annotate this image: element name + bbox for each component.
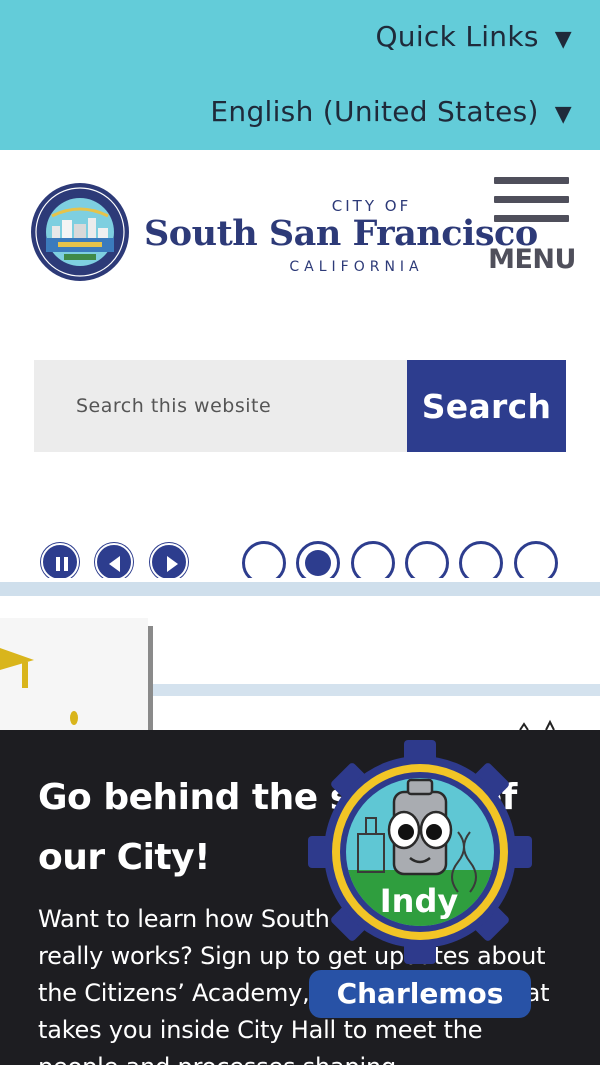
site-logo-link[interactable]: CITY OF South San Francisco CALIFORNIA	[30, 182, 540, 282]
triangle-down-icon: ▼	[554, 27, 572, 52]
logo-city-name: South San Francisco	[144, 213, 538, 254]
triangle-down-icon: ▼	[554, 102, 572, 127]
menu-label: MENU	[488, 244, 576, 275]
quick-links-label: Quick Links	[375, 20, 539, 53]
pause-button[interactable]	[41, 543, 79, 581]
next-slide-button[interactable]	[150, 543, 188, 581]
chatbot-name: Indy	[379, 882, 459, 920]
chatbot-launcher[interactable]: Indy Charlemos	[305, 740, 535, 1025]
language-selector[interactable]: English (United States) ▼	[210, 95, 572, 128]
quick-links-dropdown[interactable]: Quick Links ▼	[375, 20, 572, 53]
language-label: English (United States)	[210, 95, 539, 128]
logo-wordmark: CITY OF South San Francisco CALIFORNIA	[144, 187, 539, 277]
search-button[interactable]: Search	[407, 360, 566, 452]
menu-button[interactable]: MENU	[486, 172, 578, 282]
utility-bar: Quick Links ▼ English (United States) ▼	[0, 0, 600, 150]
chatbot-cta-button[interactable]: Charlemos	[309, 970, 531, 1018]
carousel-slide-image[interactable]	[0, 578, 600, 730]
city-seal-icon	[31, 183, 129, 281]
search-input[interactable]	[34, 360, 408, 452]
previous-slide-button[interactable]	[95, 543, 133, 581]
logo-state: CALIFORNIA	[289, 259, 424, 275]
